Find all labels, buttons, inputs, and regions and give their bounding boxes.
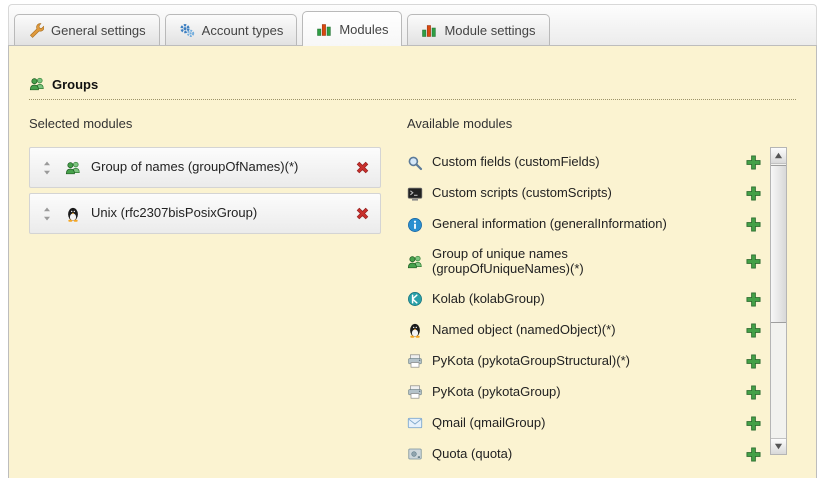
magnifier-icon [407,155,423,171]
groups-icon [29,76,45,92]
tab-label: Modules [339,22,388,37]
available-module-label: PyKota (pykotaGroup) [432,385,736,400]
available-module-row: General information (generalInformation) [407,209,762,240]
tab-general-settings[interactable]: General settings [14,14,160,45]
modules-panel: Groups Selected modules Group of names (… [8,45,817,478]
selected-module-row: Unix (rfc2307bisPosixGroup) [29,193,381,234]
printer-icon [407,384,423,400]
drag-handle-icon[interactable] [39,206,55,222]
remove-module-button[interactable] [354,205,371,222]
mail-icon [407,415,423,431]
lam-configuration-page: General settings Account types Modules Modu… [0,0,825,478]
add-module-button[interactable] [745,154,762,171]
available-module-label: Quota (quota) [432,447,736,462]
selected-modules-column: Selected modules Group of names (groupOf… [29,116,381,470]
add-module-button[interactable] [745,415,762,432]
tab-label: Account types [202,23,284,38]
tab-modules[interactable]: Modules [302,11,402,46]
kolab-icon [407,291,423,307]
add-module-button[interactable] [745,353,762,370]
add-module-button[interactable] [745,216,762,233]
available-module-row: Custom fields (customFields) [407,147,762,178]
available-module-row: Qmail (qmailGroup) [407,408,762,439]
available-modules-scrollbar[interactable] [770,147,787,455]
tab-bar: General settings Account types Modules Modu… [8,4,817,45]
chart-icon [421,22,437,38]
chart-icon [316,21,332,37]
available-module-label: Group of unique names (groupOfUniqueName… [432,247,736,277]
add-module-button[interactable] [745,322,762,339]
drag-handle-icon[interactable] [39,160,55,176]
selected-modules-list: Group of names (groupOfNames)(*) Unix (rf… [29,147,381,234]
wrench-icon [28,22,44,38]
selected-modules-heading: Selected modules [29,116,381,131]
add-module-button[interactable] [745,446,762,463]
available-module-row: PyKota (pykotaGroupStructural)(*) [407,346,762,377]
section-title: Groups [29,76,796,100]
available-modules-column: Available modules Custom fields (customF… [407,116,787,470]
available-modules-heading: Available modules [407,116,787,131]
selected-module-label: Unix (rfc2307bisPosixGroup) [91,206,344,221]
triangle-up-icon [774,151,783,160]
available-modules-list: Custom fields (customFields) Custom scrip… [407,147,762,470]
tab-label: Module settings [444,23,535,38]
scroll-down-button[interactable] [771,438,786,454]
add-module-button[interactable] [745,185,762,202]
add-module-button[interactable] [745,384,762,401]
modules-columns: Selected modules Group of names (groupOf… [29,116,796,470]
available-module-row: Kolab (kolabGroup) [407,284,762,315]
disk-icon [407,446,423,462]
selected-module-label: Group of names (groupOfNames)(*) [91,160,344,175]
tab-label: General settings [51,23,146,38]
tux-icon [65,206,81,222]
available-module-row: Group of unique names (groupOfUniqueName… [407,240,762,284]
tab-account-types[interactable]: Account types [165,14,298,45]
available-module-label: Custom scripts (customScripts) [432,186,736,201]
available-module-row: Quota (quota) [407,439,762,470]
tux-icon [407,322,423,338]
available-module-label: Qmail (qmailGroup) [432,416,736,431]
triangle-down-icon [774,442,783,451]
scroll-up-button[interactable] [771,148,786,164]
add-module-button[interactable] [745,291,762,308]
groups-icon [407,254,423,270]
add-module-button[interactable] [745,253,762,270]
available-module-label: PyKota (pykotaGroupStructural)(*) [432,354,736,369]
info-icon [407,217,423,233]
printer-icon [407,353,423,369]
available-modules-wrap: Custom fields (customFields) Custom scrip… [407,147,787,470]
available-module-label: Named object (namedObject)(*) [432,323,736,338]
scrollbar-thumb[interactable] [771,165,786,323]
available-module-row: PyKota (pykotaGroup) [407,377,762,408]
available-module-label: General information (generalInformation) [432,217,736,232]
available-module-label: Custom fields (customFields) [432,155,736,170]
tab-module-settings[interactable]: Module settings [407,14,549,45]
selected-module-row: Group of names (groupOfNames)(*) [29,147,381,188]
groups-icon [65,160,81,176]
available-module-label: Kolab (kolabGroup) [432,292,736,307]
available-module-row: Named object (namedObject)(*) [407,315,762,346]
remove-module-button[interactable] [354,159,371,176]
section-title-label: Groups [52,77,98,92]
gears-icon [179,22,195,38]
terminal-icon [407,186,423,202]
available-module-row: Custom scripts (customScripts) [407,178,762,209]
